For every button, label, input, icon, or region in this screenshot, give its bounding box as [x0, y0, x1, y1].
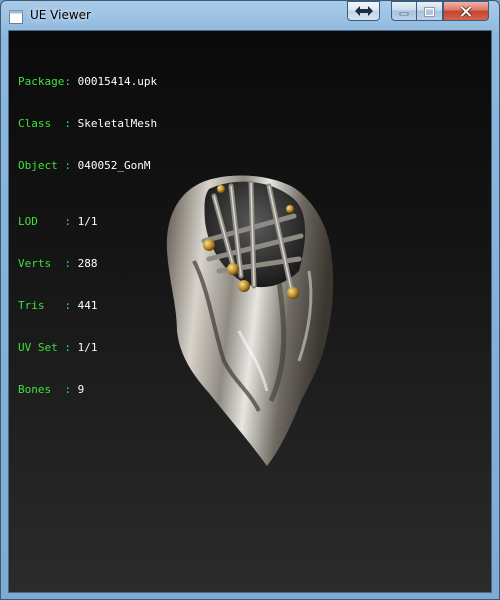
info-row-package: Package: 00015414.upk: [18, 75, 157, 89]
info-separator: :: [64, 383, 71, 396]
swap-button[interactable]: [347, 1, 380, 21]
info-separator: :: [64, 117, 71, 130]
app-window: UE Viewer Package: 00015414.upk Class: …: [0, 0, 500, 600]
info-label: LOD: [18, 215, 65, 228]
info-label: Bones: [18, 383, 65, 396]
info-row-tris: Tris : 441: [18, 299, 157, 313]
info-value: 1/1: [77, 341, 98, 354]
info-row-class: Class : SkeletalMesh: [18, 117, 157, 131]
info-separator: :: [64, 75, 71, 88]
info-label: Object: [18, 159, 65, 172]
info-value: 9: [77, 383, 85, 396]
info-value: 040052_GonM: [77, 159, 151, 172]
info-label: UV Set: [18, 341, 65, 354]
title-bar[interactable]: UE Viewer: [1, 1, 499, 31]
info-separator: :: [64, 159, 71, 172]
close-button[interactable]: [443, 1, 489, 21]
minimize-button[interactable]: [391, 1, 417, 21]
maximize-icon: [424, 2, 435, 21]
minimize-icon: [399, 2, 409, 21]
maximize-button[interactable]: [417, 1, 443, 21]
info-row-uvset: UV Set : 1/1: [18, 341, 157, 355]
info-label: Tris: [18, 299, 65, 312]
window-title: UE Viewer: [30, 8, 91, 22]
close-icon: [460, 2, 472, 21]
render-viewport[interactable]: Package: 00015414.upk Class : SkeletalMe…: [8, 30, 492, 593]
info-value: SkeletalMesh: [77, 117, 158, 130]
info-row-object: Object : 040052_GonM: [18, 159, 157, 173]
info-row-verts: Verts : 288: [18, 257, 157, 271]
info-value: 441: [77, 299, 98, 312]
info-label: Class: [18, 117, 65, 130]
app-window-icon: [9, 9, 23, 24]
mesh-info-panel: Package: 00015414.upk Class : SkeletalMe…: [18, 47, 157, 425]
info-separator: :: [64, 215, 71, 228]
info-separator: :: [64, 257, 71, 270]
info-value: 288: [77, 257, 98, 270]
info-row-lod: LOD : 1/1: [18, 215, 157, 229]
info-separator: :: [64, 299, 71, 312]
swap-arrows-icon: [354, 2, 374, 21]
info-value: 1/1: [77, 215, 98, 228]
info-value: 00015414.upk: [77, 75, 158, 88]
info-separator: :: [64, 341, 71, 354]
info-label: Package: [18, 75, 65, 88]
info-label: Verts: [18, 257, 65, 270]
info-row-bones: Bones : 9: [18, 383, 157, 397]
